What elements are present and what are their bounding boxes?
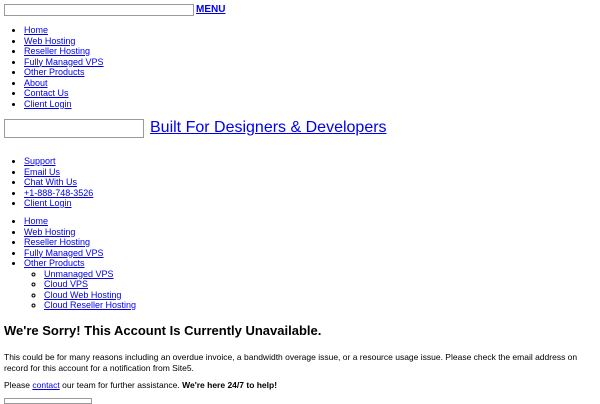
products-link-home[interactable]: Home: [24, 216, 48, 226]
support-nav: Support Email Us Chat With Us +1-888-748…: [4, 156, 93, 209]
submenu-link-unmanaged-vps[interactable]: Unmanaged VPS: [44, 269, 114, 279]
support-item-client-login: Client Login: [24, 198, 93, 209]
products-link-web-hosting[interactable]: Web Hosting: [24, 227, 75, 237]
phone-link[interactable]: +1-888-748-3526: [24, 188, 93, 198]
products-item-home: Home: [24, 216, 136, 227]
submenu-item-unmanaged-vps: Unmanaged VPS: [44, 269, 136, 280]
nav-item-reseller-hosting: Reseller Hosting: [24, 46, 104, 57]
nav-link-client-login[interactable]: Client Login: [24, 99, 72, 109]
products-link-reseller-hosting[interactable]: Reseller Hosting: [24, 237, 90, 247]
nav-item-client-login: Client Login: [24, 99, 104, 110]
products-link-other-products[interactable]: Other Products: [24, 258, 85, 268]
nav-link-about[interactable]: About: [24, 78, 48, 88]
nav-link-home[interactable]: Home: [24, 25, 48, 35]
top-bar: MENU: [4, 4, 225, 16]
submenu-link-cloud-vps[interactable]: Cloud VPS: [44, 279, 88, 289]
products-item-reseller-hosting: Reseller Hosting: [24, 237, 136, 248]
products-item-web-hosting: Web Hosting: [24, 227, 136, 238]
primary-nav: Home Web Hosting Reseller Hosting Fully …: [4, 25, 104, 109]
search-input[interactable]: [4, 4, 194, 16]
unavailable-message: This could be for many reasons including…: [4, 352, 578, 373]
nav-link-other-products[interactable]: Other Products: [24, 67, 85, 77]
support-item-chat: Chat With Us: [24, 177, 93, 188]
submenu-item-cloud-web-hosting: Cloud Web Hosting: [44, 290, 136, 301]
support-item-phone: +1-888-748-3526: [24, 188, 93, 199]
support-item-email: Email Us: [24, 167, 93, 178]
products-item-fully-managed-vps: Fully Managed VPS: [24, 248, 136, 259]
submenu-link-cloud-reseller-hosting[interactable]: Cloud Reseller Hosting: [44, 300, 136, 310]
nav-item-other-products: Other Products: [24, 67, 104, 78]
submenu-link-cloud-web-hosting[interactable]: Cloud Web Hosting: [44, 290, 121, 300]
page-title: We're Sorry! This Account Is Currently U…: [4, 323, 322, 338]
client-login-link[interactable]: Client Login: [24, 198, 72, 208]
help-prefix: Please: [4, 380, 33, 390]
submenu-item-cloud-reseller-hosting: Cloud Reseller Hosting: [44, 300, 136, 311]
products-link-fully-managed-vps[interactable]: Fully Managed VPS: [24, 248, 104, 258]
tagline-link[interactable]: Built For Designers & Developers: [150, 119, 387, 137]
email-us-link[interactable]: Email Us: [24, 167, 60, 177]
nav-item-web-hosting: Web Hosting: [24, 36, 104, 47]
help-middle: our team for further assistance.: [59, 380, 183, 390]
other-products-submenu: Unmanaged VPS Cloud VPS Cloud Web Hostin…: [24, 269, 136, 311]
help-emphasis: We're here 24/7 to help!: [182, 380, 278, 390]
nav-link-web-hosting[interactable]: Web Hosting: [24, 36, 75, 46]
support-link[interactable]: Support: [24, 156, 56, 166]
nav-item-home: Home: [24, 25, 104, 36]
submenu-item-cloud-vps: Cloud VPS: [44, 279, 136, 290]
nav-item-fully-managed-vps: Fully Managed VPS: [24, 57, 104, 68]
logo-placeholder[interactable]: [4, 119, 144, 138]
nav-link-fully-managed-vps[interactable]: Fully Managed VPS: [24, 57, 104, 67]
help-message: Please contact our team for further assi…: [4, 380, 277, 391]
footer-placeholder: [4, 398, 92, 404]
contact-link[interactable]: contact: [32, 380, 59, 390]
nav-item-contact-us: Contact Us: [24, 88, 104, 99]
products-item-other-products: Other Products Unmanaged VPS Cloud VPS C…: [24, 258, 136, 311]
menu-link[interactable]: MENU: [196, 4, 225, 16]
nav-link-reseller-hosting[interactable]: Reseller Hosting: [24, 46, 90, 56]
chat-with-us-link[interactable]: Chat With Us: [24, 177, 77, 187]
support-item-support: Support: [24, 156, 93, 167]
nav-item-about: About: [24, 78, 104, 89]
nav-link-contact-us[interactable]: Contact Us: [24, 88, 69, 98]
products-nav: Home Web Hosting Reseller Hosting Fully …: [4, 216, 136, 311]
site-header: Built For Designers & Developers: [4, 119, 387, 138]
